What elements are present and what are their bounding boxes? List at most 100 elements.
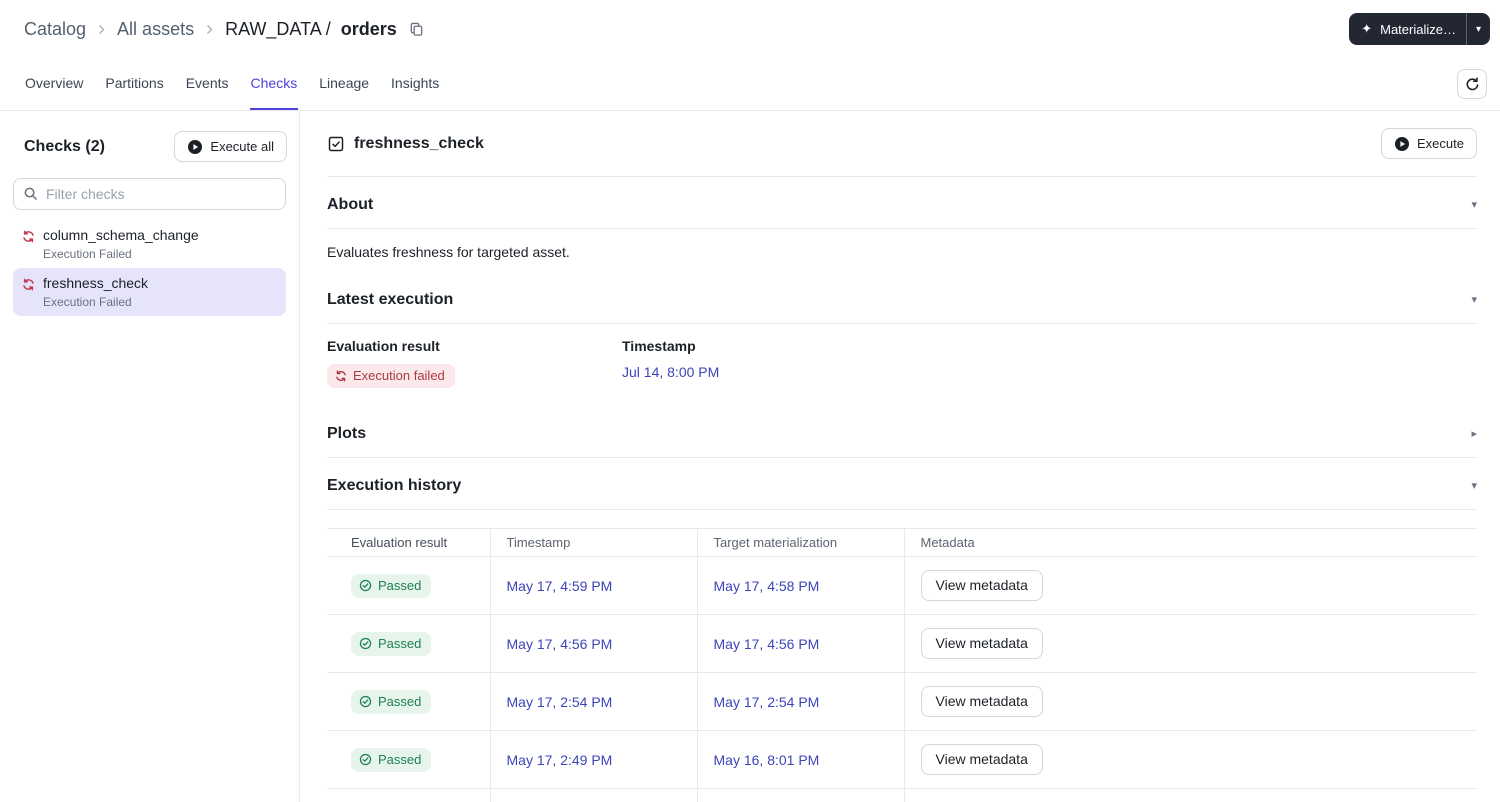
execution-history-table-wrap: Evaluation result Timestamp Target mater… — [327, 510, 1477, 802]
app-header: Catalog All assets RAW_DATA / orders ✦ M… — [0, 0, 1500, 58]
check-change-icon — [22, 230, 35, 243]
play-circle-icon — [1394, 136, 1410, 152]
check-circle-icon — [359, 579, 372, 592]
timestamp-label: Timestamp — [622, 338, 696, 354]
plots-section-header[interactable]: Plots ▸ — [327, 406, 1477, 458]
passed-badge: Passed — [351, 573, 432, 598]
content: Checks (2) Execute all Filter checks col… — [0, 111, 1500, 802]
about-description: Evaluates freshness for targeted asset. — [327, 244, 570, 260]
chevron-right-icon[interactable]: ▸ — [1471, 428, 1477, 440]
check-list-item-freshness-check[interactable]: freshness_check Execution Failed — [13, 268, 286, 316]
column-header-target-materialization: Target materialization — [697, 528, 905, 557]
plots-heading: Plots — [327, 425, 367, 442]
execution-history-heading: Execution history — [327, 477, 462, 494]
materialize-label: Materialize… — [1380, 21, 1456, 37]
execute-button[interactable]: Execute — [1381, 128, 1477, 159]
filter-checks-input[interactable] — [13, 178, 286, 210]
tab-checks[interactable]: Checks — [249, 58, 299, 110]
execution-timestamp-link[interactable]: May 17, 2:54 PM — [507, 694, 613, 710]
about-section-header[interactable]: About ▾ — [327, 177, 1477, 229]
app-root: Catalog All assets RAW_DATA / orders ✦ M… — [0, 0, 1500, 802]
view-metadata-button[interactable]: View metadata — [920, 570, 1043, 601]
play-circle-icon — [187, 139, 203, 155]
checks-sidebar: Checks (2) Execute all Filter checks col… — [0, 111, 300, 802]
chevron-down-icon[interactable]: ▾ — [1471, 294, 1477, 306]
table-row: Passed May 17, 2:54 PM May 17, 2:54 PM V… — [327, 672, 1477, 731]
tab-events[interactable]: Events — [185, 58, 230, 110]
check-item-name: column_schema_change — [43, 227, 199, 243]
latest-execution-heading: Latest execution — [327, 291, 454, 308]
materialize-button-main[interactable]: ✦ Materialize… — [1349, 13, 1466, 45]
check-item-status: Execution Failed — [43, 295, 132, 309]
tab-bar: Overview Partitions Events Checks Lineag… — [0, 58, 1500, 111]
execution-timestamp-link[interactable]: May 17, 2:49 PM — [507, 752, 613, 768]
target-materialization-link[interactable]: May 17, 4:56 PM — [714, 636, 820, 652]
evaluation-result-label: Evaluation result — [327, 338, 440, 354]
materialize-button[interactable]: ✦ Materialize… ▾ — [1349, 13, 1490, 45]
latest-execution-section-header[interactable]: Latest execution ▾ — [327, 272, 1477, 324]
passed-badge: Passed — [351, 631, 432, 656]
chevron-right-icon — [204, 24, 215, 35]
sparkle-icon: ✦ — [1361, 21, 1373, 36]
breadcrumb-asset-name: orders — [340, 18, 397, 39]
tab-insights[interactable]: Insights — [390, 58, 440, 110]
sidebar-header: Checks (2) Execute all — [0, 111, 299, 162]
check-change-icon — [335, 370, 347, 382]
chevron-down-icon[interactable]: ▾ — [1471, 480, 1477, 492]
check-circle-icon — [359, 637, 372, 650]
check-circle-icon — [359, 695, 372, 708]
target-materialization-link[interactable]: May 17, 4:58 PM — [714, 578, 820, 594]
latest-execution-timestamp-link[interactable]: Jul 14, 8:00 PM — [622, 364, 719, 380]
view-metadata-button[interactable]: View metadata — [920, 744, 1043, 775]
check-item-text: freshness_check Execution Failed — [43, 275, 148, 309]
breadcrumb: Catalog All assets RAW_DATA / orders — [24, 19, 424, 40]
passed-badge-label: Passed — [378, 693, 422, 709]
tab-partitions[interactable]: Partitions — [104, 58, 164, 110]
check-item-text: column_schema_change Execution Failed — [43, 227, 199, 261]
caret-down-icon: ▾ — [1475, 23, 1481, 35]
refresh-icon — [1465, 76, 1480, 92]
execution-history-section-header[interactable]: Execution history ▾ — [327, 458, 1477, 510]
table-row: Passed May 17, 2:49 PM May 16, 8:01 PM V… — [327, 730, 1477, 789]
latest-execution-body: Evaluation result Execution failed Times… — [327, 324, 1477, 406]
search-icon — [23, 186, 38, 201]
table-row: Passed May 17, 4:59 PM May 17, 4:58 PM V… — [327, 556, 1477, 615]
refresh-button[interactable] — [1457, 69, 1487, 99]
asset-check-icon — [327, 135, 345, 153]
view-metadata-button[interactable]: View metadata — [920, 628, 1043, 659]
tab-overview[interactable]: Overview — [24, 58, 84, 110]
timestamp-field: Timestamp Jul 14, 8:00 PM — [622, 338, 917, 388]
check-circle-icon — [359, 753, 372, 766]
execution-failed-badge: Execution failed — [327, 364, 455, 388]
tab-lineage[interactable]: Lineage — [318, 58, 370, 110]
breadcrumb-all-assets[interactable]: All assets — [117, 19, 194, 40]
table-row: Passed May 17, 4:56 PM May 17, 4:56 PM V… — [327, 614, 1477, 673]
tab-bar-spacer — [440, 58, 1457, 110]
evaluation-result-field: Evaluation result Execution failed — [327, 338, 622, 388]
materialize-dropdown-toggle[interactable]: ▾ — [1465, 13, 1490, 45]
breadcrumb-catalog[interactable]: Catalog — [24, 19, 86, 40]
check-title: freshness_check — [354, 134, 484, 152]
table-header-row: Evaluation result Timestamp Target mater… — [327, 528, 1477, 557]
execution-timestamp-link[interactable]: May 17, 4:59 PM — [507, 578, 613, 594]
execution-timestamp-link[interactable]: May 17, 4:56 PM — [507, 636, 613, 652]
execute-all-label: Execute all — [210, 139, 274, 154]
check-title-row: freshness_check Execute — [327, 111, 1477, 177]
breadcrumb-asset-prefix[interactable]: RAW_DATA / — [225, 19, 331, 40]
chevron-down-icon[interactable]: ▾ — [1471, 199, 1477, 211]
execute-all-button[interactable]: Execute all — [174, 131, 287, 162]
column-header-evaluation-result: Evaluation result — [327, 528, 491, 557]
copy-icon[interactable] — [409, 22, 424, 37]
check-item-status: Execution Failed — [43, 247, 132, 261]
view-metadata-button[interactable]: View metadata — [920, 686, 1043, 717]
check-list-item-column-schema-change[interactable]: column_schema_change Execution Failed — [13, 220, 286, 268]
tabs: Overview Partitions Events Checks Lineag… — [24, 58, 440, 110]
execute-label: Execute — [1417, 136, 1464, 151]
passed-badge: Passed — [351, 747, 432, 772]
table-row-partial — [327, 788, 1477, 802]
passed-badge-label: Passed — [378, 751, 422, 767]
check-list: column_schema_change Execution Failed fr… — [0, 220, 299, 316]
check-change-icon — [22, 278, 35, 291]
target-materialization-link[interactable]: May 17, 2:54 PM — [714, 694, 820, 710]
target-materialization-link[interactable]: May 16, 8:01 PM — [714, 752, 820, 768]
